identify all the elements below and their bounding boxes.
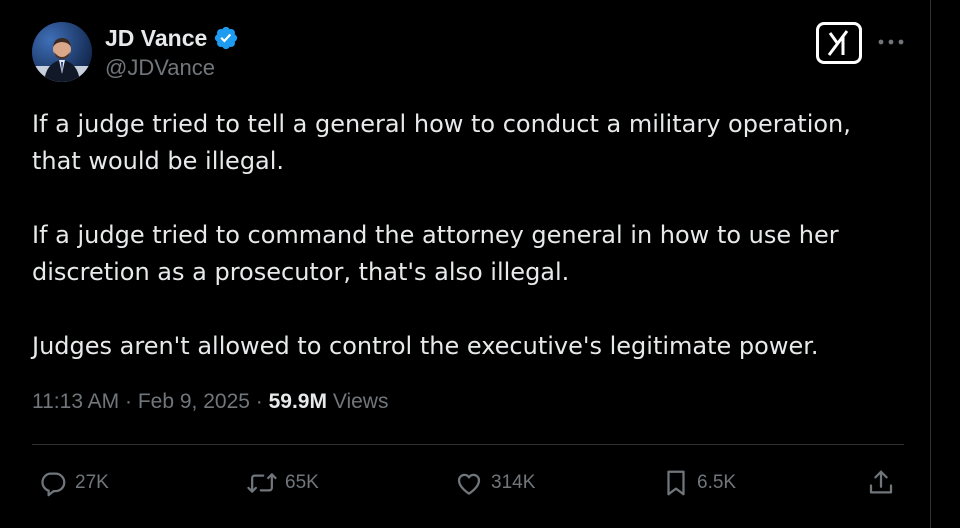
verified-badge-icon bbox=[213, 25, 239, 51]
tweet-meta: 11:13 AM · Feb 9, 2025 · 59.9M Views bbox=[32, 390, 388, 414]
action-bar: 27K 65K 314K 6.5K bbox=[0, 463, 930, 503]
tweet-paragraph: If a judge tried to tell a general how t… bbox=[32, 110, 851, 175]
tweet-paragraph: If a judge tried to command the attorney… bbox=[32, 221, 839, 286]
more-options-button[interactable] bbox=[876, 32, 906, 52]
avatar-image bbox=[32, 22, 92, 82]
timeline-border bbox=[930, 0, 931, 528]
like-button[interactable]: 314K bbox=[454, 463, 535, 503]
reply-count: 27K bbox=[75, 472, 109, 493]
tweet-text: If a judge tried to tell a general how t… bbox=[32, 106, 902, 402]
avatar[interactable] bbox=[32, 22, 92, 82]
tweet-paragraph: Judges aren't allowed to control the exe… bbox=[32, 332, 819, 360]
tweet-date[interactable]: Feb 9, 2025 bbox=[138, 390, 250, 413]
share-button[interactable] bbox=[866, 463, 903, 503]
grok-logo-icon bbox=[827, 30, 849, 56]
reply-button[interactable]: 27K bbox=[38, 463, 109, 503]
tweet-card: JD Vance @JDVance If a judge tried to te… bbox=[0, 0, 930, 528]
like-count: 314K bbox=[491, 472, 536, 493]
grok-button[interactable] bbox=[816, 22, 862, 64]
reply-icon bbox=[41, 472, 66, 497]
share-icon bbox=[869, 470, 893, 494]
author-name-row[interactable]: JD Vance bbox=[105, 23, 239, 53]
repost-count: 65K bbox=[285, 472, 319, 493]
repost-icon bbox=[247, 473, 277, 493]
bookmark-button[interactable]: 6.5K bbox=[662, 463, 736, 503]
heart-icon bbox=[457, 473, 481, 495]
divider bbox=[32, 444, 904, 445]
tweet-time[interactable]: 11:13 AM bbox=[32, 390, 119, 413]
views-count: 59.9M bbox=[268, 390, 327, 413]
meta-separator: · bbox=[249, 390, 269, 413]
bookmark-icon bbox=[667, 470, 685, 496]
more-options-icon bbox=[878, 39, 904, 45]
repost-button[interactable]: 65K bbox=[246, 463, 319, 503]
views-label: Views bbox=[332, 390, 389, 413]
bookmark-count: 6.5K bbox=[697, 472, 737, 493]
author-display-name[interactable]: JD Vance bbox=[105, 25, 207, 52]
meta-separator: · bbox=[119, 390, 138, 413]
author-handle[interactable]: @JDVance bbox=[105, 55, 215, 81]
